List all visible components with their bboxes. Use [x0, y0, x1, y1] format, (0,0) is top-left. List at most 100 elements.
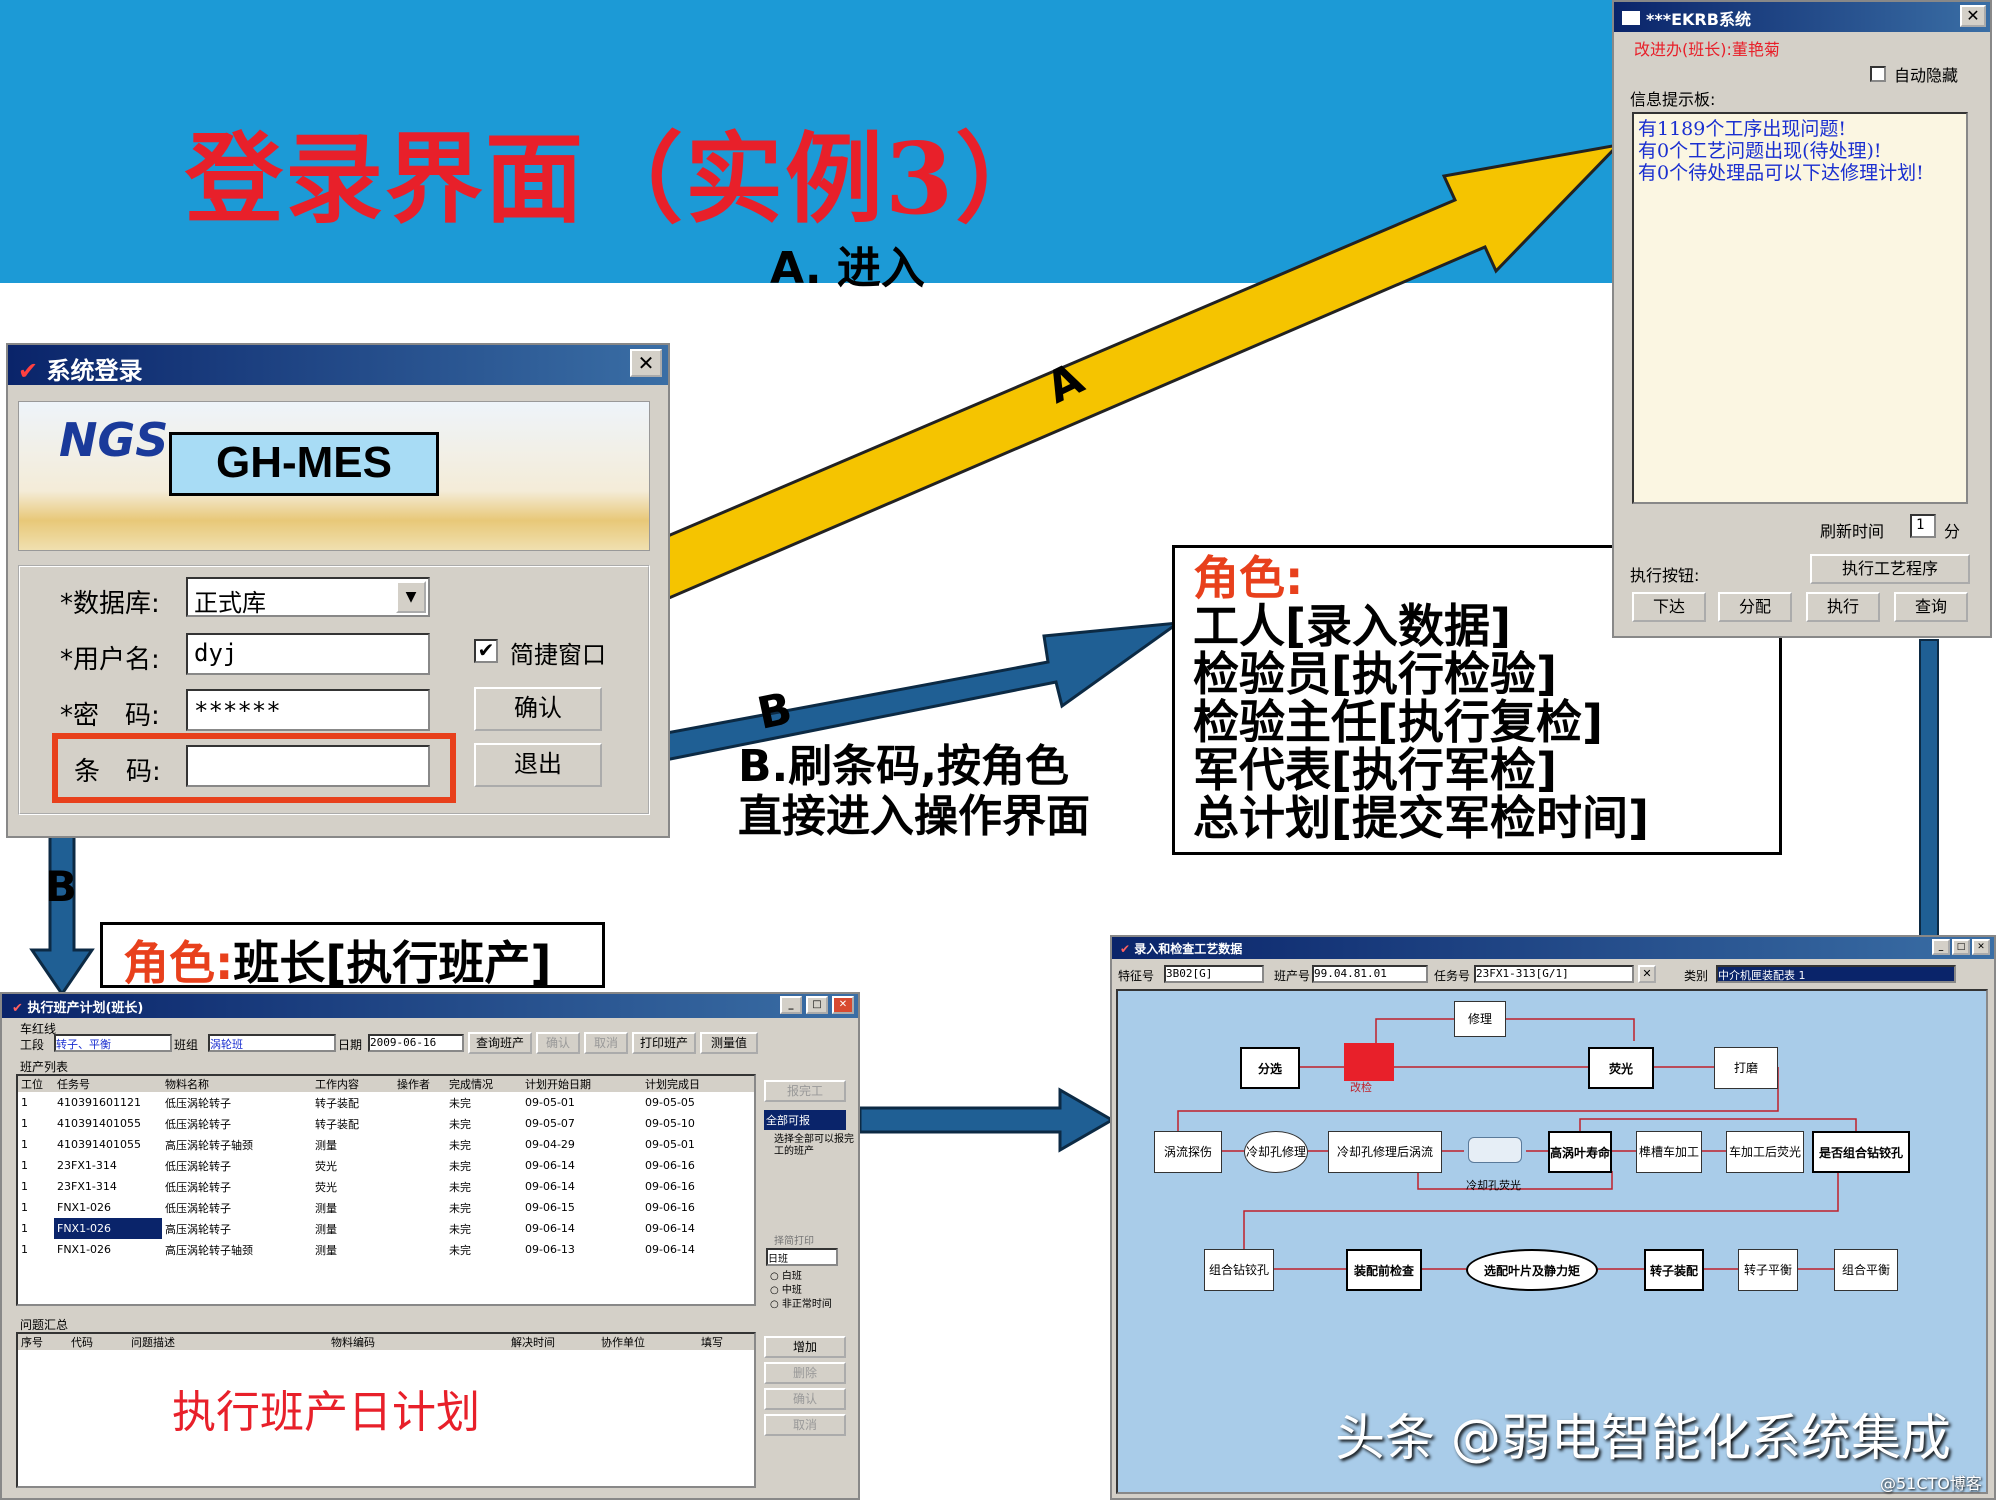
role-item: 检验员[执行检验]	[1193, 647, 1558, 701]
flow-node[interactable]: 转子装配	[1644, 1249, 1704, 1291]
column-header[interactable]: 序号	[18, 1334, 68, 1350]
maximize-button[interactable]: □	[1952, 939, 1970, 955]
flow-node[interactable]: 改检	[1350, 1079, 1372, 1095]
section-input[interactable]: 转子、平衡	[54, 1034, 172, 1052]
exit-button[interactable]: 退出	[474, 743, 602, 787]
task-select[interactable]: 23FX1-313[G/1]	[1474, 965, 1634, 983]
confirm-issue-button[interactable]: 确认	[764, 1388, 846, 1410]
table-row[interactable]: 1 23FX1-314 低压涡轮转子 荧光 未完 09-06-14 09-06-16	[18, 1155, 754, 1176]
close-button[interactable]: ✕	[1960, 5, 1986, 27]
cancel-button[interactable]: 取消	[584, 1032, 628, 1054]
quick-window-checkbox[interactable]: ✔	[474, 639, 498, 663]
column-header[interactable]: 操作者	[394, 1076, 446, 1092]
table-row[interactable]: 1 FNX1-026 低压涡轮转子 测量 未完 09-06-15 09-06-16	[18, 1197, 754, 1218]
column-header[interactable]: 工作内容	[312, 1076, 394, 1092]
flow-node[interactable]: 组合平衡	[1834, 1249, 1898, 1291]
assign-button[interactable]: 分配	[1718, 592, 1792, 622]
table-cell: 09-06-14	[645, 1243, 695, 1256]
shift-table[interactable]: 工位 任务号 物料名称 工作内容 操作者 完成情况 计划开始日期 计划完成日 1 4103916…	[16, 1074, 756, 1306]
radio-option[interactable]: ○ 中班	[770, 1284, 832, 1298]
flow-node[interactable]: 分选	[1240, 1047, 1300, 1089]
minimize-button[interactable]: _	[780, 996, 802, 1014]
confirm-button[interactable]: 确认	[536, 1032, 580, 1054]
feature-select[interactable]: 3B02[G]	[1164, 965, 1264, 983]
refresh-input[interactable]: 1	[1910, 514, 1936, 538]
flow-node[interactable]: 车加工后荧光	[1726, 1131, 1804, 1173]
batch-select[interactable]: 99.04.81.01	[1312, 965, 1428, 983]
column-header[interactable]: 工位	[18, 1076, 54, 1092]
period-radios[interactable]: ○ 白班 ○ 中班 ○ 非正常时间	[770, 1270, 832, 1312]
watermark: 头条 @弱电智能化系统集成	[1335, 1409, 1951, 1467]
date-picker[interactable]: 2009-06-16	[368, 1034, 464, 1052]
team-input[interactable]: 涡轮班	[208, 1034, 336, 1052]
column-header[interactable]: 填写	[698, 1334, 754, 1350]
column-header[interactable]: 计划完成日	[642, 1076, 754, 1092]
info-board[interactable]: 有1189个工序出现问题! 有0个工艺问题出现(待处理)! 有0个待处理品可以下…	[1632, 112, 1968, 504]
task-label: 任务号	[1434, 969, 1471, 983]
check-all-option[interactable]: 全部可报	[764, 1110, 846, 1130]
table-row[interactable]: 1 23FX1-314 低压涡轮转子 荧光 未完 09-06-14 09-06-16	[18, 1176, 754, 1197]
flow-node[interactable]: 榫槽车加工	[1636, 1131, 1702, 1173]
flow-node[interactable]: 是否组合钻铰孔	[1812, 1131, 1910, 1173]
close-button[interactable]: ✕	[832, 996, 854, 1014]
table-row[interactable]: 1 410391401055 高压涡轮转子轴颈 测量 未完 09-04-29 09-05-0…	[18, 1134, 754, 1155]
chevron-down-icon[interactable]: ▼	[396, 581, 426, 613]
add-button[interactable]: 增加	[764, 1336, 846, 1358]
message-line: 有0个待处理品可以下达修理计划!	[1638, 162, 1924, 184]
table-cell: 荧光	[315, 1159, 337, 1173]
table-row[interactable]: 1 FNX1-026 高压涡轮转子 测量 未完 09-06-14 09-06-14	[18, 1218, 754, 1239]
print-shift-button[interactable]: 打印班产	[632, 1032, 696, 1054]
column-header[interactable]: 物料编码	[328, 1334, 508, 1350]
column-header[interactable]: 解决时间	[508, 1334, 598, 1350]
table-cell	[394, 1113, 446, 1134]
column-header[interactable]: 物料名称	[162, 1076, 312, 1092]
flow-node[interactable]: 冷却孔修理	[1244, 1131, 1308, 1173]
flow-node[interactable]: 荧光	[1588, 1047, 1654, 1089]
flow-node[interactable]: 修理	[1454, 1001, 1506, 1037]
column-header[interactable]: 计划开始日期	[522, 1076, 642, 1092]
flow-node[interactable]: 涡流探伤	[1154, 1131, 1222, 1173]
password-input[interactable]: ******	[186, 689, 430, 731]
flow-node[interactable]: 组合钻铰孔	[1204, 1249, 1274, 1291]
flow-node[interactable]: 选配叶片及静力矩	[1466, 1249, 1598, 1291]
confirm-button[interactable]: 确认	[474, 687, 602, 731]
cancel-issue-button[interactable]: 取消	[764, 1414, 846, 1436]
maximize-button[interactable]: □	[806, 996, 828, 1014]
exec-process-button[interactable]: 执行工艺程序	[1810, 554, 1970, 584]
flow-node[interactable]: 转子平衡	[1738, 1249, 1798, 1291]
table-row[interactable]: 1 FNX1-026 高压涡轮转子轴颈 测量 未完 09-06-13 09-06-14	[18, 1239, 754, 1260]
username-input[interactable]: dyj	[186, 633, 430, 675]
issues-table[interactable]: 序号 代码 问题描述 物料编码 解决时间 协作单位 填写 执行班产日计划	[16, 1332, 756, 1488]
period-select[interactable]: 日班	[766, 1248, 838, 1266]
category-select[interactable]: 中介机匣装配表 1	[1716, 965, 1956, 983]
report-complete-button[interactable]: 报完工	[764, 1080, 846, 1102]
auto-hide-checkbox[interactable]	[1870, 66, 1886, 82]
flow-node[interactable]: 打磨	[1714, 1047, 1778, 1089]
database-select[interactable]: 正式库 ▼	[186, 577, 430, 617]
column-header[interactable]: 任务号	[54, 1076, 162, 1092]
shift-plan-title: 执行班产计划(班长)	[27, 1001, 144, 1016]
close-button[interactable]: ✕	[630, 349, 662, 377]
query-shift-button[interactable]: 查询班产	[468, 1032, 532, 1054]
radio-option[interactable]: ○ 白班	[770, 1270, 832, 1284]
table-row[interactable]: 1 410391401055 低压涡轮转子 转子装配 未完 09-05-07 09-05-1…	[18, 1113, 754, 1134]
flow-node[interactable]: 冷却孔修理后涡流	[1328, 1131, 1442, 1173]
table-row[interactable]: 1 410391601121 低压涡轮转子 转子装配 未完 09-05-01 09-05-0…	[18, 1092, 754, 1113]
column-header[interactable]: 协作单位	[598, 1334, 698, 1350]
flow-node[interactable]: 装配前检查	[1346, 1249, 1422, 1291]
barcode-input[interactable]	[186, 745, 430, 787]
clear-icon[interactable]: ✕	[1638, 965, 1656, 983]
column-header[interactable]: 问题描述	[128, 1334, 328, 1350]
issue-button[interactable]: 下达	[1632, 592, 1706, 622]
column-header[interactable]: 代码	[68, 1334, 128, 1350]
close-button[interactable]: ✕	[1972, 939, 1990, 955]
flow-node[interactable]: 高涡叶寿命	[1548, 1131, 1612, 1173]
radio-option[interactable]: ○ 非正常时间	[770, 1298, 832, 1312]
flow-node[interactable]: 冷却孔荧光	[1466, 1177, 1521, 1193]
query-button[interactable]: 查询	[1894, 592, 1968, 622]
execute-button[interactable]: 执行	[1806, 592, 1880, 622]
measure-button[interactable]: 测量值	[700, 1032, 758, 1054]
column-header[interactable]: 完成情况	[446, 1076, 522, 1092]
minimize-button[interactable]: _	[1932, 939, 1950, 955]
delete-button[interactable]: 删除	[764, 1362, 846, 1384]
